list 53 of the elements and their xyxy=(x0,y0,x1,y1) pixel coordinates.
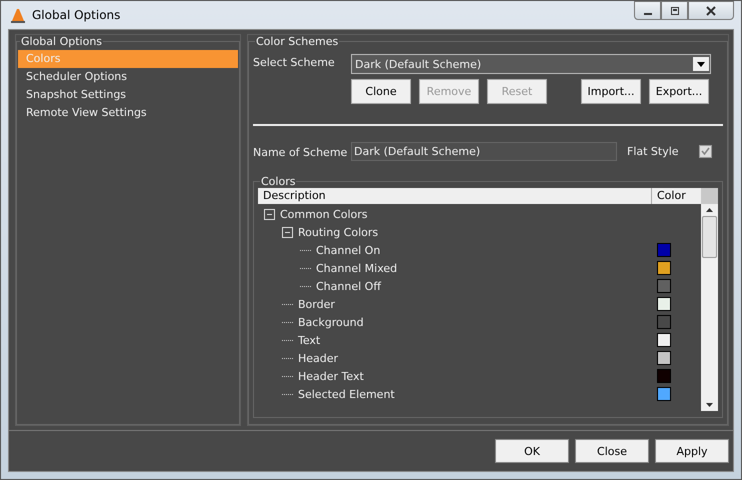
minimize-button[interactable] xyxy=(634,1,661,20)
tree-item[interactable]: Header xyxy=(298,352,338,364)
app-logo-icon xyxy=(10,7,26,23)
tree-item[interactable]: Border xyxy=(298,298,335,310)
collapse-toggle-icon[interactable] xyxy=(282,226,293,238)
maximize-button[interactable] xyxy=(661,1,688,20)
sidebar-item[interactable]: Scheduler Options xyxy=(18,68,238,86)
scheme-button[interactable]: Clone xyxy=(351,79,411,104)
close-button[interactable] xyxy=(688,1,734,20)
column-header[interactable]: Color xyxy=(652,188,701,204)
group-title: Colors xyxy=(260,175,296,188)
scheme-name-field[interactable]: Dark (Default Scheme) xyxy=(351,142,617,161)
header-corner xyxy=(701,188,718,204)
tree-item[interactable]: Common Colors xyxy=(280,208,368,220)
color-swatch[interactable] xyxy=(657,387,671,401)
field-label: Select Scheme xyxy=(253,55,336,71)
window-title: Global Options xyxy=(32,8,120,22)
tree-item[interactable]: Channel Mixed xyxy=(316,262,398,274)
color-swatch[interactable] xyxy=(657,279,671,293)
color-swatch[interactable] xyxy=(657,333,671,347)
color-swatch[interactable] xyxy=(657,369,671,383)
field-label: Name of Scheme xyxy=(253,145,345,159)
scheme-dropdown[interactable]: Dark (Default Scheme) xyxy=(351,54,711,74)
tree-item[interactable]: Routing Colors xyxy=(298,226,378,238)
group-title: Color Schemes xyxy=(255,35,340,48)
minimize-icon xyxy=(644,12,652,14)
scrollbar[interactable] xyxy=(701,204,718,411)
flat-style-checkbox[interactable] xyxy=(698,145,712,158)
color-swatch[interactable] xyxy=(657,297,671,311)
column-header[interactable]: Description xyxy=(258,188,652,204)
color-swatch[interactable] xyxy=(657,315,671,329)
checkbox-label: Flat Style xyxy=(627,145,679,158)
color-swatch[interactable] xyxy=(657,261,671,275)
scheme-button[interactable]: Export... xyxy=(649,79,709,104)
scrollbar-thumb[interactable] xyxy=(702,216,717,258)
dialog-button[interactable]: Close xyxy=(575,439,649,463)
tree-item[interactable]: Header Text xyxy=(298,370,364,382)
color-swatch[interactable] xyxy=(657,243,671,257)
tree-item[interactable]: Channel Off xyxy=(316,280,381,292)
maximize-icon xyxy=(670,6,680,16)
tree-item[interactable]: Text xyxy=(298,334,320,346)
collapse-toggle-icon[interactable] xyxy=(264,208,275,220)
dialog-button[interactable]: OK xyxy=(495,439,569,463)
dialog-button[interactable]: Apply xyxy=(655,439,729,463)
color-swatch[interactable] xyxy=(657,351,671,365)
scheme-button[interactable]: Import... xyxy=(581,79,641,104)
close-icon xyxy=(705,6,717,16)
tree-item[interactable]: Background xyxy=(298,316,364,328)
tree-item[interactable]: Channel On xyxy=(316,244,380,256)
tree-item[interactable]: Selected Element xyxy=(298,388,395,400)
group-title: Global Options xyxy=(20,35,104,48)
sidebar-item[interactable]: Remote View Settings xyxy=(18,104,238,122)
sidebar-item[interactable]: Snapshot Settings xyxy=(18,86,238,104)
